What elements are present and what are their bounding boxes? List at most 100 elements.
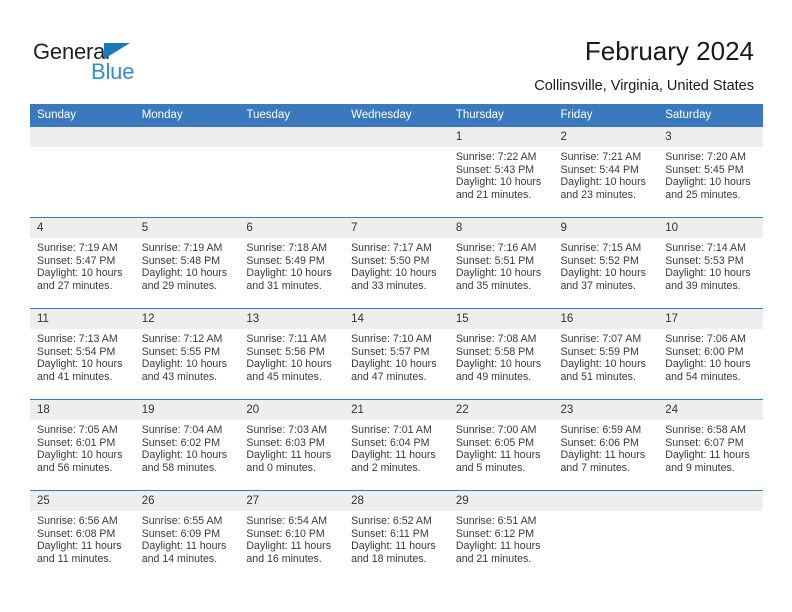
daylight-text-line2: and 41 minutes. <box>37 370 113 383</box>
day-number: 20 <box>239 400 345 420</box>
daylight-text-line2: and 27 minutes. <box>37 279 113 292</box>
weekday-header-friday: Friday <box>553 104 659 127</box>
sunrise-text: Sunrise: 6:59 AM <box>560 424 642 436</box>
day-cell[interactable]: 13 Sunrise: 7:11 AM Sunset: 5:56 PM Dayl… <box>239 308 345 400</box>
day-number: 3 <box>658 127 763 147</box>
sunrise-text: Sunrise: 7:00 AM <box>455 424 537 436</box>
day-number: 12 <box>134 309 240 329</box>
sunset-text: Sunset: 5:54 PM <box>37 345 116 358</box>
sunrise-text: Sunrise: 7:01 AM <box>351 424 432 436</box>
daylight-text-line1: Daylight: 10 hours <box>560 176 646 189</box>
day-cell[interactable]: 21 Sunrise: 7:01 AM Sunset: 6:04 PM Dayl… <box>344 399 449 491</box>
sunset-text: Sunset: 5:56 PM <box>246 345 325 358</box>
day-cell[interactable]: 20 Sunrise: 7:03 AM Sunset: 6:03 PM Dayl… <box>239 399 345 491</box>
logo-text-blue: Blue <box>91 59 135 84</box>
general-blue-logo[interactable]: General Blue <box>33 40 253 88</box>
daylight-text-line2: and 51 minutes. <box>560 370 636 383</box>
day-cell[interactable]: 26 Sunrise: 6:55 AM Sunset: 6:09 PM Dayl… <box>134 490 240 581</box>
day-cell[interactable]: 4 Sunrise: 7:19 AM Sunset: 5:47 PM Dayli… <box>30 217 135 309</box>
daylight-text-line1: Daylight: 11 hours <box>37 540 122 553</box>
day-cell[interactable]: 23 Sunrise: 6:59 AM Sunset: 6:06 PM Dayl… <box>553 399 659 491</box>
sunrise-text: Sunrise: 7:10 AM <box>351 333 432 345</box>
sunset-text: Sunset: 6:03 PM <box>246 436 325 449</box>
day-details: Sunrise: 7:05 AM Sunset: 6:01 PM Dayligh… <box>30 420 135 474</box>
sunrise-text: Sunrise: 7:16 AM <box>455 242 537 254</box>
day-details: Sunrise: 7:12 AM Sunset: 5:55 PM Dayligh… <box>135 329 240 383</box>
sunrise-text: Sunrise: 6:56 AM <box>37 515 118 527</box>
day-cell[interactable] <box>344 127 449 218</box>
day-number: 21 <box>344 400 449 420</box>
day-cell[interactable]: 10 Sunrise: 7:14 AM Sunset: 5:53 PM Dayl… <box>658 217 763 309</box>
day-cell[interactable] <box>30 127 135 218</box>
day-cell[interactable]: 5 Sunrise: 7:19 AM Sunset: 5:48 PM Dayli… <box>134 217 240 309</box>
sunset-text: Sunset: 5:53 PM <box>665 254 744 267</box>
day-cell[interactable] <box>553 490 659 581</box>
daylight-text-line2: and 21 minutes. <box>455 552 532 565</box>
day-details: Sunrise: 7:10 AM Sunset: 5:57 PM Dayligh… <box>344 329 449 383</box>
sunset-text: Sunset: 6:10 PM <box>246 527 325 540</box>
sunrise-text: Sunrise: 7:08 AM <box>455 333 537 345</box>
daylight-text-line1: Daylight: 10 hours <box>37 449 123 462</box>
daylight-text-line2: and 11 minutes. <box>37 552 112 565</box>
sunset-text: Sunset: 5:48 PM <box>141 254 221 267</box>
daylight-text-line1: Daylight: 11 hours <box>246 540 332 553</box>
day-cell[interactable]: 12 Sunrise: 7:12 AM Sunset: 5:55 PM Dayl… <box>134 308 240 400</box>
day-cell[interactable]: 24 Sunrise: 6:58 AM Sunset: 6:07 PM Dayl… <box>658 399 763 491</box>
daylight-text-line2: and 25 minutes. <box>665 188 741 201</box>
daylight-text-line2: and 9 minutes. <box>665 461 735 474</box>
daylight-text-line2: and 47 minutes. <box>351 370 427 383</box>
day-cell[interactable]: 6 Sunrise: 7:18 AM Sunset: 5:49 PM Dayli… <box>239 217 345 309</box>
page-subtitle: Collinsville, Virginia, United States <box>534 78 754 94</box>
sunset-text: Sunset: 6:08 PM <box>37 527 116 540</box>
sunset-text: Sunset: 5:43 PM <box>455 163 535 176</box>
day-details: Sunrise: 7:21 AM Sunset: 5:44 PM Dayligh… <box>554 147 659 201</box>
sunset-text: Sunset: 6:07 PM <box>665 436 744 449</box>
day-cell[interactable]: 27 Sunrise: 6:54 AM Sunset: 6:10 PM Dayl… <box>239 490 345 581</box>
weekday-header-tuesday: Tuesday <box>239 104 345 127</box>
logo-triangle-icon <box>104 43 130 59</box>
day-cell[interactable]: 3 Sunrise: 7:20 AM Sunset: 5:45 PM Dayli… <box>658 127 763 218</box>
day-cell[interactable]: 9 Sunrise: 7:15 AM Sunset: 5:52 PM Dayli… <box>553 217 659 309</box>
day-number <box>239 127 345 147</box>
daylight-text-line1: Daylight: 10 hours <box>560 358 646 371</box>
day-number: 1 <box>448 127 554 147</box>
day-cell[interactable]: 14 Sunrise: 7:10 AM Sunset: 5:57 PM Dayl… <box>344 308 449 400</box>
day-cell[interactable]: 18 Sunrise: 7:05 AM Sunset: 6:01 PM Dayl… <box>30 399 135 491</box>
day-number <box>134 127 240 147</box>
sunrise-text: Sunrise: 7:03 AM <box>246 424 328 436</box>
day-cell[interactable]: 16 Sunrise: 7:07 AM Sunset: 5:59 PM Dayl… <box>553 308 659 400</box>
day-cell[interactable]: 25 Sunrise: 6:56 AM Sunset: 6:08 PM Dayl… <box>30 490 135 581</box>
day-cell[interactable]: 15 Sunrise: 7:08 AM Sunset: 5:58 PM Dayl… <box>448 308 554 400</box>
day-cell[interactable]: 28 Sunrise: 6:52 AM Sunset: 6:11 PM Dayl… <box>344 490 449 581</box>
sunset-text: Sunset: 5:55 PM <box>141 345 221 358</box>
day-cell[interactable]: 8 Sunrise: 7:16 AM Sunset: 5:51 PM Dayli… <box>448 217 554 309</box>
day-cell[interactable]: 29 Sunrise: 6:51 AM Sunset: 6:12 PM Dayl… <box>448 490 554 581</box>
day-cell[interactable] <box>239 127 345 218</box>
daylight-text-line1: Daylight: 11 hours <box>141 540 227 553</box>
day-cell[interactable]: 11 Sunrise: 7:13 AM Sunset: 5:54 PM Dayl… <box>30 308 135 400</box>
day-cell[interactable] <box>658 490 763 581</box>
day-details: Sunrise: 7:20 AM Sunset: 5:45 PM Dayligh… <box>658 147 763 201</box>
daylight-text-line1: Daylight: 10 hours <box>246 267 332 280</box>
sunrise-text: Sunrise: 7:11 AM <box>246 333 327 345</box>
sunset-text: Sunset: 6:12 PM <box>455 527 535 540</box>
day-cell[interactable]: 1 Sunrise: 7:22 AM Sunset: 5:43 PM Dayli… <box>448 127 554 218</box>
daylight-text-line2: and 0 minutes. <box>246 461 316 474</box>
weekday-header-sunday: Sunday <box>30 104 135 127</box>
daylight-text-line2: and 29 minutes. <box>141 279 218 292</box>
day-cell[interactable]: 7 Sunrise: 7:17 AM Sunset: 5:50 PM Dayli… <box>344 217 449 309</box>
day-details: Sunrise: 7:19 AM Sunset: 5:48 PM Dayligh… <box>135 238 240 292</box>
day-details: Sunrise: 7:01 AM Sunset: 6:04 PM Dayligh… <box>344 420 449 474</box>
day-details: Sunrise: 7:17 AM Sunset: 5:50 PM Dayligh… <box>344 238 449 292</box>
day-number <box>553 491 659 511</box>
day-cell[interactable]: 19 Sunrise: 7:04 AM Sunset: 6:02 PM Dayl… <box>134 399 240 491</box>
day-details: Sunrise: 7:15 AM Sunset: 5:52 PM Dayligh… <box>554 238 659 292</box>
sunset-text: Sunset: 6:11 PM <box>351 527 429 540</box>
day-cell[interactable]: 17 Sunrise: 7:06 AM Sunset: 6:00 PM Dayl… <box>658 308 763 400</box>
sunset-text: Sunset: 5:49 PM <box>246 254 325 267</box>
day-cell[interactable]: 2 Sunrise: 7:21 AM Sunset: 5:44 PM Dayli… <box>553 127 659 218</box>
day-cell[interactable]: 22 Sunrise: 7:00 AM Sunset: 6:05 PM Dayl… <box>448 399 554 491</box>
day-cell[interactable] <box>134 127 240 218</box>
daylight-text-line2: and 43 minutes. <box>141 370 218 383</box>
day-number <box>344 127 449 147</box>
